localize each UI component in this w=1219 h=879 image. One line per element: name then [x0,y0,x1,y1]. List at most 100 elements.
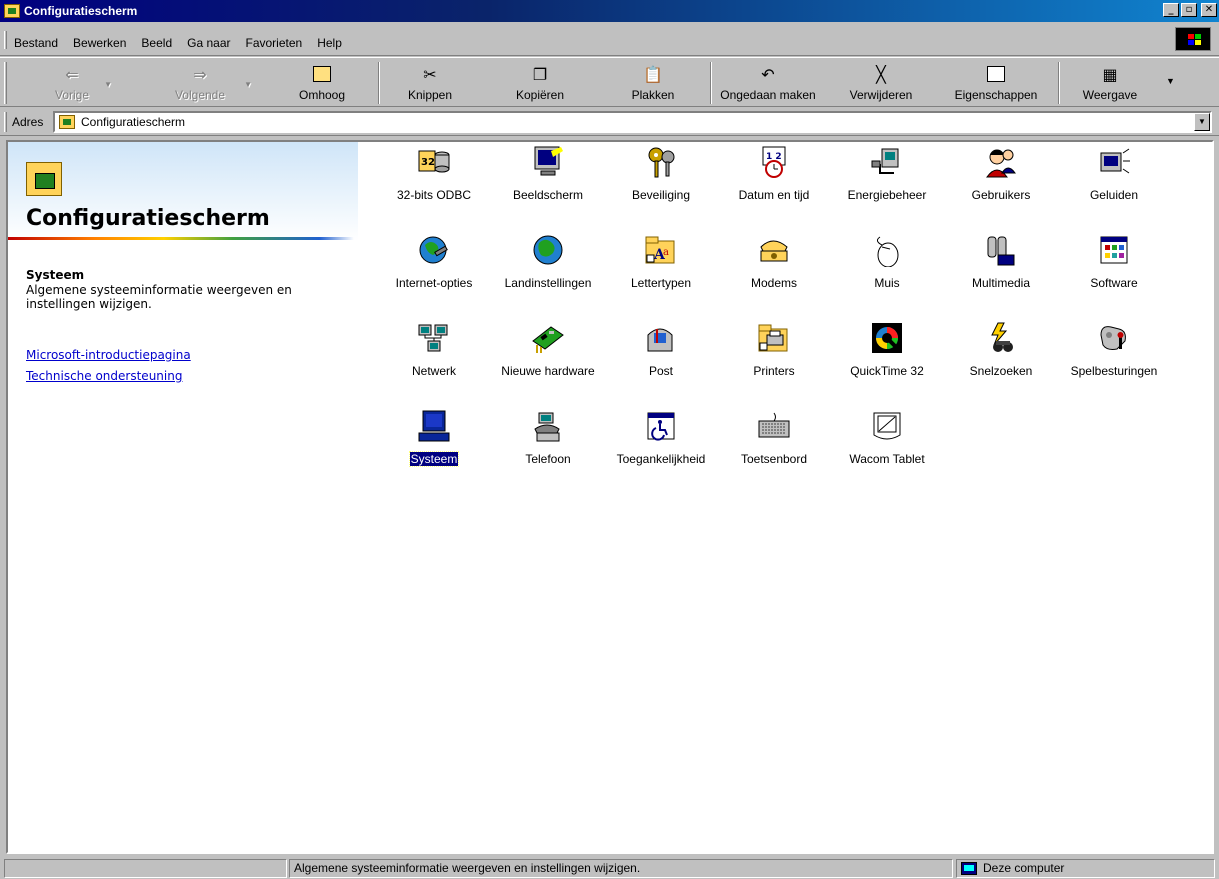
item-beveiliging[interactable]: Beveiliging [605,142,717,226]
rainbow-divider [8,237,354,240]
undo-button[interactable]: ↶ Ongedaan maken [716,60,820,106]
control-panel-icon[interactable] [4,4,20,18]
item-beeldscherm[interactable]: Beeldscherm [492,142,604,226]
item-label: Geluiden [1089,188,1139,202]
properties-button[interactable]: Eigenschappen [948,60,1044,106]
item-label: Wacom Tablet [849,452,925,466]
item-label: Nieuwe hardware [501,364,595,378]
up-button[interactable]: Omhoog [290,60,354,106]
minimize-button[interactable]: _ [1163,3,1179,17]
undo-icon: ↶ [761,64,775,84]
item-systeem[interactable]: Systeem [378,406,490,490]
folder-up-icon [311,64,333,84]
status-pane-description: Algemene systeeminformatie weergeven en … [289,859,953,878]
address-label: Adres [12,115,44,129]
title-bar[interactable]: Configuratiescherm _ ▫ ✕ [0,0,1219,22]
address-value: Configuratiescherm [81,115,186,129]
item-telefoon[interactable]: Telefoon [492,406,604,490]
item-toetsenbord[interactable]: Toetsenbord [718,406,830,490]
users-icon [981,142,1021,182]
regional-settings-icon [528,230,568,270]
item-wacom-tablet[interactable]: Wacom Tablet [831,406,943,490]
item-spelbesturingen[interactable]: Spelbesturingen [1058,318,1170,402]
forward-button[interactable]: ⇒ Volgende ▼ [162,60,252,106]
views-dropdown-icon[interactable]: ▼ [1166,76,1175,86]
forward-dropdown-icon[interactable]: ▼ [244,80,252,89]
menu-grip[interactable] [4,31,7,49]
delete-button[interactable]: ╳ Verwijderen [838,60,924,106]
power-management-icon [867,142,907,182]
selected-item-description: Algemene systeeminformatie weergeven en … [26,283,292,311]
item-label: Toetsenbord [740,452,808,466]
address-bar: Adres Configuratiescherm ▼ [0,108,1219,136]
item-geluiden[interactable]: Geluiden [1058,142,1170,226]
display-icon [528,142,568,182]
back-dropdown-icon[interactable]: ▼ [104,80,112,89]
address-grip[interactable] [4,112,7,132]
microsoft-intro-link[interactable]: Microsoft-introductiepagina [26,348,191,362]
back-button[interactable]: ⇐ Vorige ▼ [46,60,112,106]
item-label: 32-bits ODBC [396,188,472,202]
quicktime-icon [867,318,907,358]
item-post[interactable]: Post [605,318,717,402]
item-snelzoeken[interactable]: Snelzoeken [945,318,1057,402]
wacom-tablet-icon [867,406,907,446]
game-controllers-icon [1094,318,1134,358]
item-datum-en-tijd[interactable]: 1 2 Datum en tijd [718,142,830,226]
pane-title: Configuratiescherm [26,206,270,231]
item-software[interactable]: Software [1058,230,1170,314]
item-landinstellingen[interactable]: Landinstellingen [492,230,604,314]
mail-icon [641,318,681,358]
software-icon [1094,230,1134,270]
menu-favorieten[interactable]: Favorieten [245,36,302,50]
menu-bewerken[interactable]: Bewerken [73,36,126,50]
back-arrow-icon: ⇐ [65,64,79,84]
item-label: Datum en tijd [738,188,810,202]
item-muis[interactable]: Muis [831,230,943,314]
item-netwerk[interactable]: Netwerk [378,318,490,402]
window-title: Configuratiescherm [24,4,138,18]
standard-toolbar: ⇐ Vorige ▼ ⇒ Volgende ▼ Omhoog ✂ Knippen… [0,57,1219,107]
views-button[interactable]: ▦ Weergave [1074,60,1146,106]
system-computer-icon [414,406,454,446]
menu-beeld[interactable]: Beeld [141,36,172,50]
windows-logo-icon [1175,27,1211,51]
menu-bestand[interactable]: Bestand [14,36,58,50]
paste-icon: 📋 [643,64,663,84]
close-button[interactable]: ✕ [1201,3,1217,17]
item-modems[interactable]: Modems [718,230,830,314]
address-dropdown-button[interactable]: ▼ [1194,113,1210,131]
item-gebruikers[interactable]: Gebruikers [945,142,1057,226]
toolbar-grip[interactable] [4,62,7,104]
menu-bar: Bestand Bewerken Beeld Ga naar Favoriete… [0,22,1219,56]
item-lettertypen[interactable]: Aa Lettertypen [605,230,717,314]
maximize-button[interactable]: ▫ [1181,3,1197,17]
web-view-info-pane: Configuratiescherm Systeem Algemene syst… [8,142,378,852]
status-bar: Algemene systeeminformatie weergeven en … [0,857,1219,879]
item-energiebeheer[interactable]: Energiebeheer [831,142,943,226]
item-internet-opties[interactable]: Internet-opties [378,230,490,314]
item-label: Muis [874,276,900,290]
item-label: Printers [753,364,795,378]
control-panel-folder-icon [26,162,62,196]
item-label: Software [1090,276,1138,290]
item-printers[interactable]: Printers [718,318,830,402]
item-toegankelijkheid[interactable]: Toegankelijkheid [605,406,717,490]
pane-header-background [8,142,358,252]
security-keys-icon [641,142,681,182]
cut-button[interactable]: ✂ Knippen [400,60,460,106]
item-nieuwe-hardware[interactable]: Nieuwe hardware [492,318,604,402]
menu-ga-naar[interactable]: Ga naar [187,36,230,50]
address-field[interactable]: Configuratiescherm ▼ [53,111,1212,133]
item-label: Beveiliging [631,188,691,202]
technical-support-link[interactable]: Technische ondersteuning [26,369,182,383]
paste-button[interactable]: 📋 Plakken [622,60,684,106]
copy-button[interactable]: ❐ Kopiëren [508,60,572,106]
forward-arrow-icon: ⇒ [193,64,207,84]
fonts-folder-icon: Aa [641,230,681,270]
item-32bit-odbc[interactable]: 32 32-bits ODBC [378,142,490,226]
internet-options-icon [414,230,454,270]
item-quicktime-32[interactable]: QuickTime 32 [831,318,943,402]
menu-help[interactable]: Help [317,36,342,50]
item-multimedia[interactable]: Multimedia [945,230,1057,314]
